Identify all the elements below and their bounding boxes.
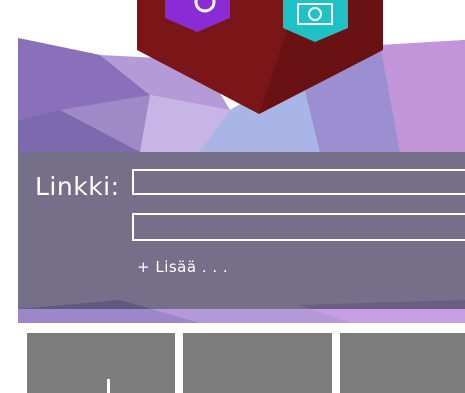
link-panel: Linkki: + Lisää . . . — [18, 152, 465, 309]
camera-icon[interactable] — [283, 0, 348, 42]
link-input-1[interactable] — [132, 169, 465, 195]
tile-marker — [107, 379, 110, 393]
tile-2[interactable] — [183, 333, 332, 393]
tile-1[interactable] — [27, 333, 175, 393]
screen: Linkki: + Lisää . . . — [0, 0, 465, 393]
tile-row — [18, 323, 465, 393]
add-more-link[interactable]: + Lisää . . . — [137, 258, 228, 276]
link-input-2[interactable] — [132, 213, 465, 241]
tile-3[interactable] — [340, 333, 465, 393]
purple-app-icon[interactable] — [165, 0, 230, 32]
link-label: Linkki: — [35, 172, 120, 201]
